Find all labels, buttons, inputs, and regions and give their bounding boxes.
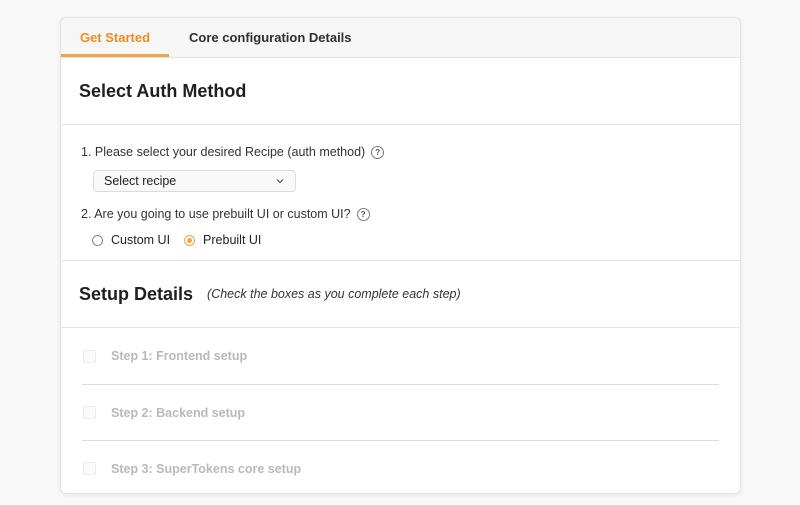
custom-ui-radio[interactable]	[92, 234, 103, 246]
step-core-setup: Step 3: SuperTokens core setup	[82, 440, 719, 493]
ui-radio-group: Custom UI Prebuilt UI	[92, 233, 275, 247]
step-label: Step 2: Backend setup	[111, 405, 246, 420]
help-icon[interactable]: ?	[356, 207, 370, 221]
custom-ui-label: Custom UI	[111, 233, 171, 247]
setup-section-header: Setup Details (Check the boxes as you co…	[61, 261, 740, 328]
setup-section-title: Setup Details	[79, 283, 194, 304]
recipe-question: 1. Please select your desired Recipe (au…	[81, 145, 385, 159]
help-icon[interactable]: ?	[371, 145, 385, 159]
step-checkbox[interactable]	[83, 349, 96, 363]
step-frontend-setup: Step 1: Frontend setup	[82, 328, 719, 384]
step-checkbox[interactable]	[83, 406, 96, 419]
auth-section-header: Select Auth Method	[61, 58, 740, 125]
auth-section-body: 1. Please select your desired Recipe (au…	[61, 125, 740, 261]
prebuilt-ui-label: Prebuilt UI	[203, 233, 262, 247]
tab-bar: Get Started Core configuration Details	[61, 18, 740, 58]
ui-question-text: 2. Are you going to use prebuilt UI or c…	[81, 207, 351, 221]
prebuilt-ui-radio[interactable]	[184, 234, 196, 246]
step-label: Step 1: Frontend setup	[111, 349, 248, 363]
recipe-select-value: Select recipe	[104, 174, 177, 188]
step-checkbox[interactable]	[83, 462, 96, 475]
chevron-down-icon	[276, 179, 284, 184]
recipe-select[interactable]: Select recipe	[93, 170, 296, 192]
auth-section-title: Select Auth Method	[79, 80, 247, 101]
ui-question: 2. Are you going to use prebuilt UI or c…	[81, 207, 370, 221]
step-label: Step 3: SuperTokens core setup	[111, 461, 302, 476]
prebuilt-ui-option[interactable]: Prebuilt UI	[184, 233, 261, 247]
step-backend-setup: Step 2: Backend setup	[82, 384, 719, 440]
recipe-question-text: 1. Please select your desired Recipe (au…	[81, 145, 366, 159]
tab-core-configuration-details[interactable]: Core configuration Details	[169, 18, 372, 57]
setup-section-note: (Check the boxes as you complete each st…	[207, 287, 461, 301]
config-card: Get Started Core configuration Details S…	[60, 17, 741, 494]
tab-get-started[interactable]: Get Started	[61, 18, 169, 57]
setup-steps: Step 1: Frontend setup Step 2: Backend s…	[61, 328, 740, 493]
custom-ui-option[interactable]: Custom UI	[92, 233, 170, 247]
